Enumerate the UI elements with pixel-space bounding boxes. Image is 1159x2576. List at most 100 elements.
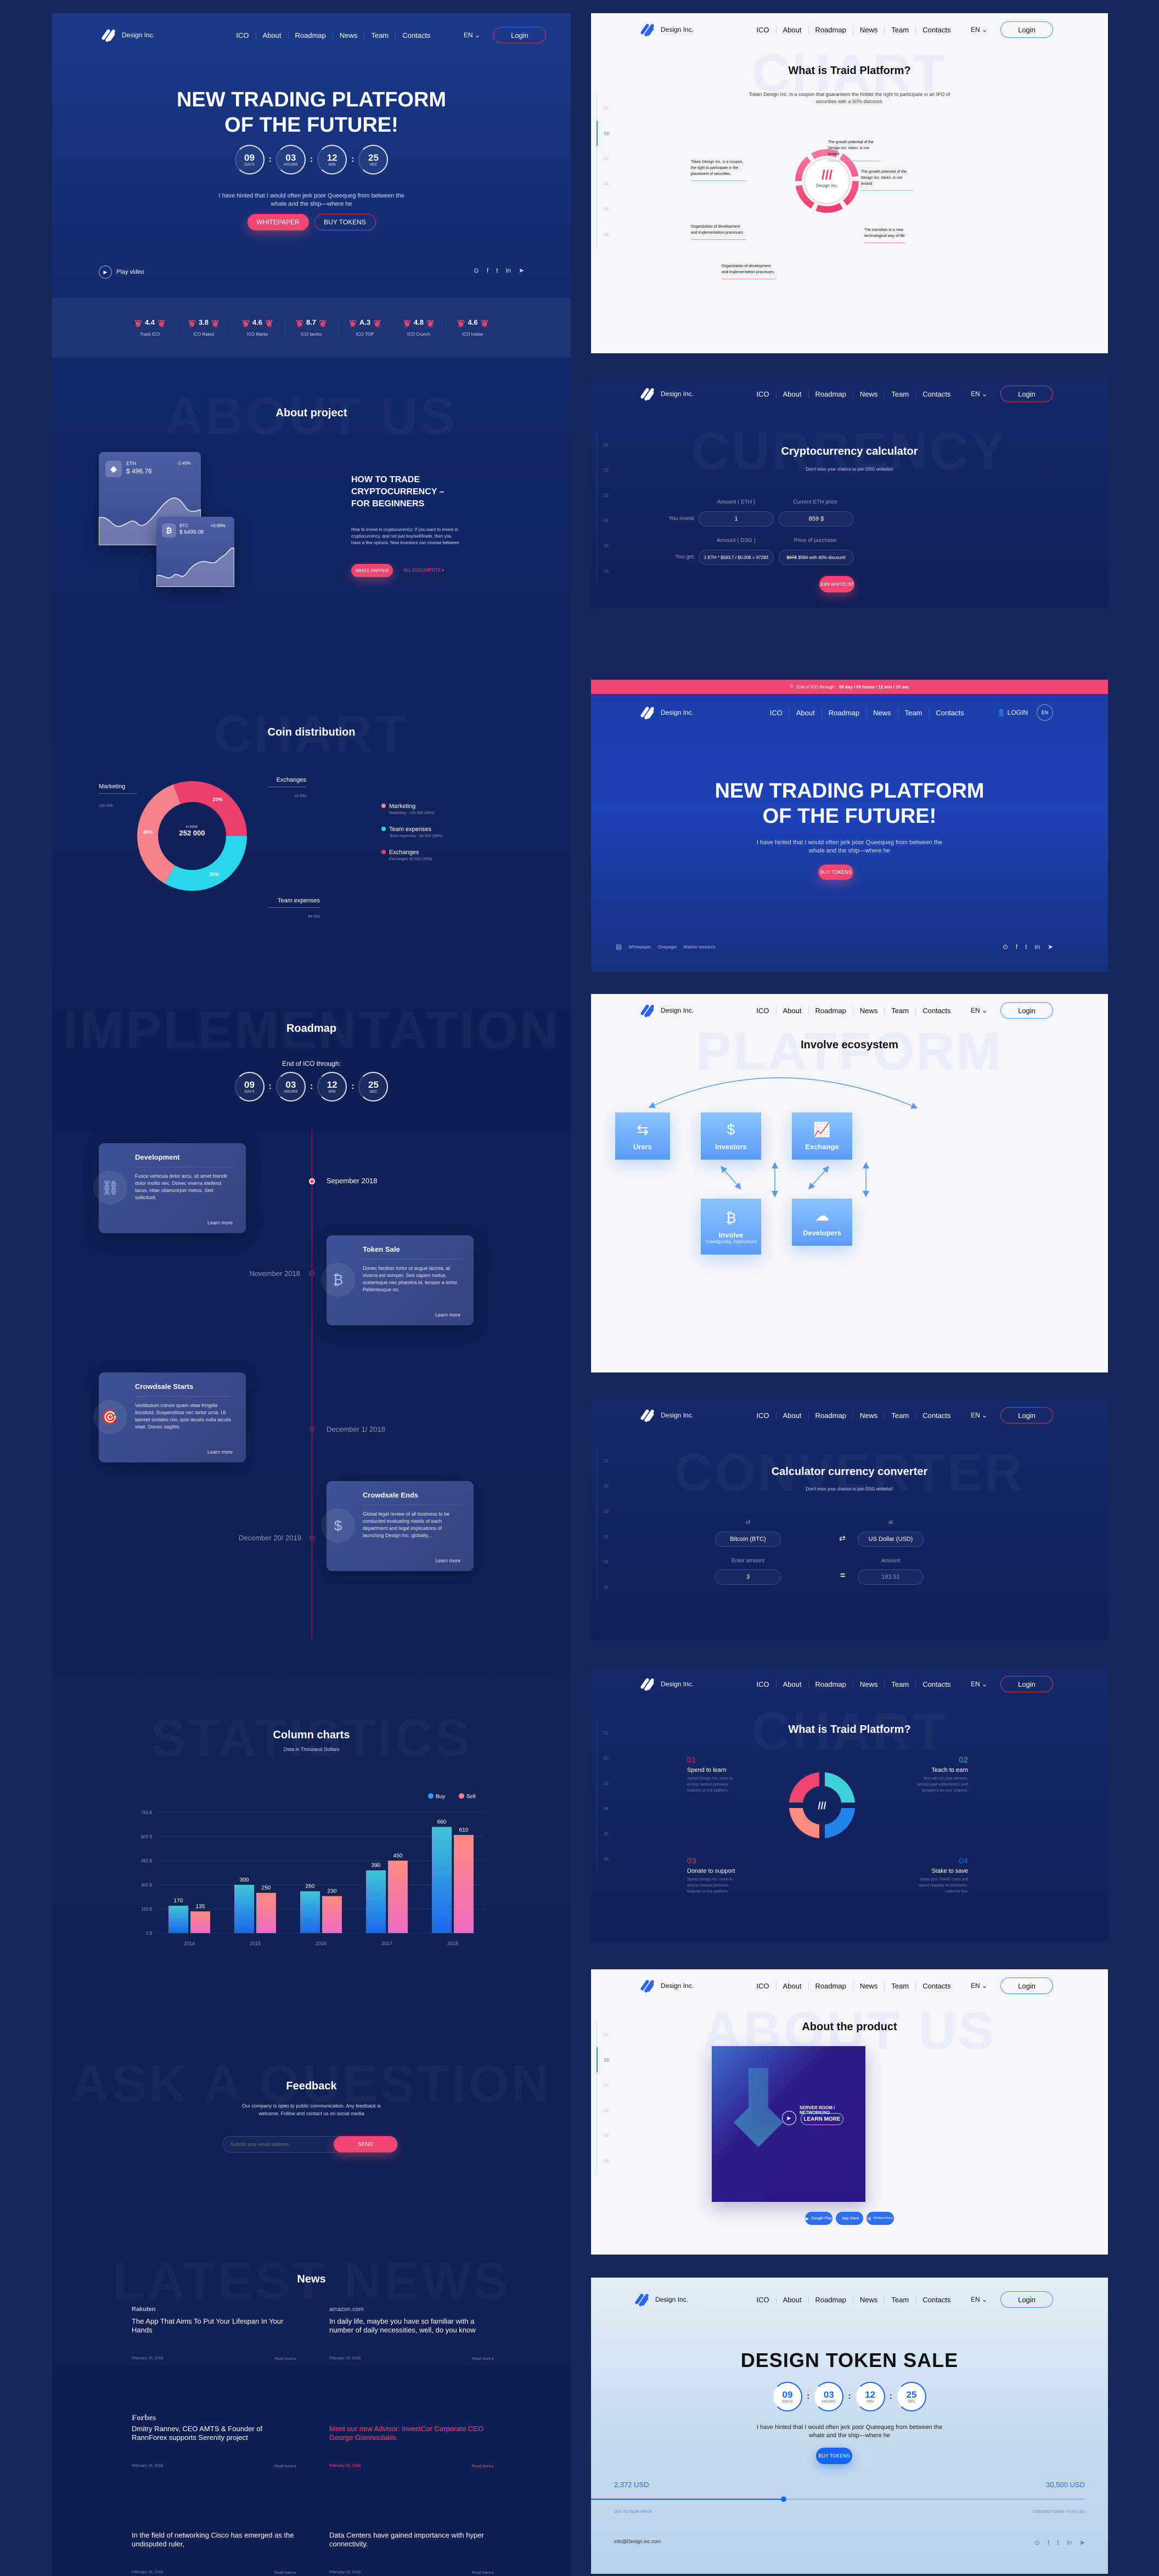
nav-roadmap[interactable]: Roadmap	[288, 31, 333, 39]
windows-phone-button[interactable]: ⊞ Windows Phone	[867, 2212, 894, 2225]
nav-ico[interactable]: ICO	[750, 2296, 775, 2304]
nav-about[interactable]: About	[789, 708, 822, 717]
step[interactable]: 01	[597, 1720, 613, 1745]
step[interactable]: 01	[597, 432, 613, 457]
news-item[interactable]: Data Centers have gained importance with…	[329, 2520, 494, 2575]
nav-about[interactable]: About	[775, 389, 808, 398]
twitter-icon[interactable]: t	[496, 267, 498, 274]
nav-team[interactable]: Team	[884, 1981, 915, 1990]
step[interactable]: 01	[597, 95, 613, 121]
ecosystem-box-exchange[interactable]: 📈 Exchange	[792, 1112, 852, 1160]
news-item[interactable]: In the field of networking Cisco has eme…	[132, 2520, 296, 2575]
step[interactable]: 04	[597, 1796, 613, 1821]
learn-more-link[interactable]: Learn more	[207, 1220, 233, 1225]
eth-amount-input[interactable]: 1	[699, 511, 774, 527]
step[interactable]: 04	[597, 171, 613, 196]
play-video-button[interactable]: ▶ Play video	[99, 265, 144, 279]
ecosystem-box-involve[interactable]: ₿ Involve Crowdgundig, Applications	[701, 1199, 761, 1255]
login-button[interactable]: Login	[1000, 1676, 1053, 1692]
swap-icon[interactable]: ⇄	[839, 1534, 846, 1543]
contact-email[interactable]: info@Design.inc.com	[614, 2539, 661, 2544]
nav-contacts[interactable]: Contacts	[929, 708, 970, 717]
linkedin-icon[interactable]: in	[506, 267, 511, 274]
telegram-icon[interactable]: ➤	[1079, 2539, 1085, 2546]
nav-about[interactable]: About	[775, 1981, 808, 1990]
nav-contacts[interactable]: Contacts	[915, 2295, 957, 2304]
nav-roadmap[interactable]: Roadmap	[808, 1981, 853, 1990]
language-select[interactable]: EN ⌄	[971, 1411, 987, 1419]
nav-about[interactable]: About	[775, 25, 808, 34]
ecosystem-box-users[interactable]: ⇆ Urers	[615, 1112, 670, 1160]
rating-item[interactable]: 8.7ICO benhs	[285, 318, 339, 337]
read-more-link[interactable]: Read more ▸	[274, 2571, 296, 2575]
step[interactable]: 01	[597, 1448, 613, 1473]
language-select[interactable]: EN ⌄	[464, 31, 480, 39]
nav-roadmap[interactable]: Roadmap	[808, 389, 853, 398]
rating-item[interactable]: 3.8ICO Rated	[177, 318, 231, 337]
from-currency-select[interactable]: Bitcoin (BTC)	[715, 1532, 781, 1547]
step[interactable]: 06	[597, 1846, 613, 1872]
step[interactable]: 04	[597, 2098, 613, 2123]
rating-item[interactable]: 4.6ICO Marks	[231, 318, 285, 337]
login-button[interactable]: Login	[1000, 21, 1053, 38]
whitepaper-link[interactable]: Whitepaper	[628, 945, 651, 950]
login-button[interactable]: Login	[1000, 386, 1053, 402]
language-select[interactable]: EN ⌄	[971, 1680, 987, 1688]
nav-about[interactable]: About	[255, 31, 288, 39]
twitter-icon[interactable]: t	[1025, 943, 1027, 951]
facebook-icon[interactable]: f	[487, 267, 488, 274]
join-whitelist-button[interactable]: JOIN WHITELIST	[819, 576, 854, 592]
nav-team[interactable]: Team	[884, 1680, 915, 1688]
google-play-button[interactable]: ▶ Google Play	[805, 2212, 832, 2225]
login-button[interactable]: Login	[1000, 1978, 1053, 1994]
github-icon[interactable]: ⊙	[1003, 943, 1008, 951]
telegram-icon[interactable]: ➤	[519, 267, 524, 274]
nav-news[interactable]: News	[852, 1981, 885, 1990]
nav-ico[interactable]: ICO	[750, 26, 775, 34]
step[interactable]: 06	[597, 1574, 613, 1600]
ecosystem-box-investors[interactable]: $ Investors	[701, 1112, 761, 1160]
step[interactable]: 05	[597, 2123, 613, 2148]
login-button[interactable]: Login	[1000, 1407, 1053, 1423]
nav-about[interactable]: About	[775, 1680, 808, 1688]
step[interactable]: 03	[597, 2072, 613, 2098]
linkedin-icon[interactable]: in	[1035, 943, 1040, 951]
nav-ico[interactable]: ICO	[750, 1680, 775, 1688]
step[interactable]: 02	[597, 1745, 613, 1771]
nav-contacts[interactable]: Contacts	[915, 1981, 957, 1990]
step[interactable]: 03	[597, 1499, 613, 1524]
step[interactable]: 06	[597, 558, 613, 584]
nav-ico[interactable]: ICO	[750, 1982, 775, 1990]
nav-about[interactable]: About	[775, 2295, 808, 2304]
rating-item[interactable]: A.3ICO TOP	[339, 318, 392, 337]
step[interactable]: 04	[597, 508, 613, 533]
telegram-icon[interactable]: ➤	[1048, 943, 1053, 951]
github-icon[interactable]: ⊙	[474, 267, 479, 274]
step[interactable]: 04	[597, 1524, 613, 1549]
step[interactable]: 03	[597, 483, 613, 508]
login-button[interactable]: Login	[1000, 2291, 1053, 2308]
read-more-link[interactable]: Read more ▸	[472, 2464, 494, 2468]
learn-more-link[interactable]: Learn more	[207, 1449, 233, 1455]
language-select[interactable]: EN ⌄	[971, 390, 987, 398]
nav-roadmap[interactable]: Roadmap	[821, 708, 866, 717]
to-currency-select[interactable]: US Dollar (USD)	[858, 1532, 924, 1547]
whitepaper-button[interactable]: WHITEPAPER	[247, 214, 309, 230]
news-item[interactable]: Rakuten The App That Aims To Put Your Li…	[132, 2306, 296, 2361]
language-select[interactable]: EN ⌄	[971, 26, 987, 33]
login-button[interactable]: Login	[493, 27, 546, 43]
nav-roadmap[interactable]: Roadmap	[808, 1680, 853, 1688]
nav-news[interactable]: News	[866, 708, 898, 717]
step[interactable]: 03	[597, 1771, 613, 1796]
news-item[interactable]: amazon.com In daily life, maybe you have…	[329, 2306, 494, 2361]
nav-about[interactable]: About	[775, 1411, 808, 1420]
buy-tokens-button[interactable]: BUY TOKENS	[818, 865, 853, 880]
twitter-icon[interactable]: t	[1057, 2539, 1059, 2546]
nav-ico[interactable]: ICO	[750, 1411, 775, 1420]
nav-roadmap[interactable]: Roadmap	[808, 2295, 853, 2304]
all-documents-link[interactable]: ALL DOCUMENTS ▾	[403, 568, 444, 573]
white-papper-button[interactable]: WHITE PAPPER	[351, 564, 393, 577]
learn-more-link[interactable]: Learn more	[435, 1558, 460, 1563]
play-button[interactable]: ▶	[782, 2111, 796, 2125]
step[interactable]: 06	[597, 2148, 613, 2173]
